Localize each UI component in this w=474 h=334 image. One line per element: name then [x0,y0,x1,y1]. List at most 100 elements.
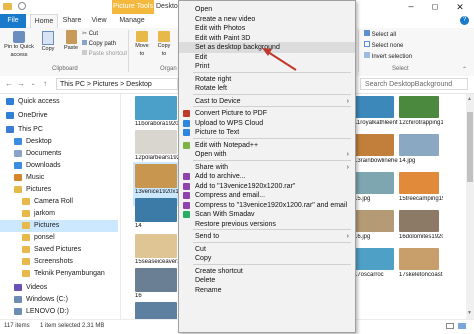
collapse-ribbon-icon[interactable]: ⌃ [462,66,467,73]
menu-separator [193,241,351,243]
cut-label: Cut [88,31,99,37]
file-name[interactable]: 11royalkathleenfalls1920x1200.jpg [354,120,398,127]
file-name[interactable]: 13venice1920x1200.jpg [135,189,179,196]
quick-access-toolbar[interactable] [3,2,63,12]
nav-item[interactable]: Videos [0,282,118,294]
file-name[interactable]: 16.jpg [354,234,398,241]
file-name[interactable]: 13rainbowlineheadfalls1920x1200.jpg [354,158,398,165]
nav-item[interactable]: Teknik Penyambungan [0,268,118,280]
menu-item-send-to[interactable]: Send to › [179,231,355,242]
file-thumbnail[interactable] [354,248,394,270]
recent-dropdown-icon[interactable]: ⌄ [28,79,38,89]
menu-item-icon [183,211,190,218]
paste-button[interactable]: Paste [60,30,82,64]
nav-item[interactable]: ponsel [0,232,118,244]
nav-item[interactable]: Quick access [0,96,118,108]
nav-item[interactable]: Downloads [0,160,118,172]
tab-share[interactable]: Share [60,14,84,28]
nav-item[interactable]: Desktop [0,136,118,148]
close-button[interactable]: ✕ [448,0,472,14]
file-thumbnail[interactable] [135,268,177,292]
file-thumbnail[interactable] [399,96,439,118]
file-thumbnail[interactable] [354,134,394,156]
tab-manage[interactable]: Manage [114,14,150,28]
nav-item[interactable]: LENOVO (D:) [0,306,118,318]
copy-button[interactable]: Copy [38,30,58,64]
nav-item[interactable]: Windows (C:) [0,294,118,306]
select-all-button[interactable]: Select all [364,30,396,39]
select-none-button[interactable]: Select none [364,41,403,50]
copy-path-button[interactable]: Copy path [82,40,116,48]
file-thumbnail[interactable] [135,130,177,154]
file-thumbnail[interactable] [399,134,439,156]
file-name[interactable]: 15.jpg [354,196,398,203]
paste-label: Paste [63,45,79,51]
search-input[interactable]: Search DesktopBackground [360,78,468,90]
scroll-down-icon[interactable]: ▼ [467,310,472,316]
file-thumbnail[interactable] [135,96,177,120]
file-name[interactable]: 11borabora1920x1200.jpg [135,121,179,128]
menu-item-cast-to-device[interactable]: Cast to Device › [179,96,355,107]
nav-item[interactable]: Documents [0,148,118,160]
tab-home[interactable]: Home [30,14,58,29]
nav-item[interactable]: jarkom [0,208,118,220]
menu-item-rotate-left[interactable]: Rotate left [179,83,355,94]
file-name[interactable]: 12chirotrapping1920x1200.jpg [399,120,443,127]
file-name[interactable]: 16dolomites1920x1200.jpg [399,234,443,241]
file-name[interactable]: 15seaseiceaver1920x1200.jpg [135,259,179,266]
file-name[interactable]: 16 [135,293,179,300]
nav-item[interactable]: Saved Pictures [0,244,118,256]
menu-item-rename[interactable]: Rename [179,285,355,296]
vertical-scrollbar[interactable]: ▲ ▼ [466,94,474,319]
menu-item-copy[interactable]: Copy [179,253,355,264]
menu-item-restore-previous-versions[interactable]: Restore previous versions [179,219,355,230]
paste-shortcut-button[interactable]: Paste shortcut [82,50,127,58]
file-thumbnail[interactable] [135,234,177,258]
menu-item-picture-to-text[interactable]: Picture to Text [179,127,355,138]
invert-selection-button[interactable]: Invert selection [364,52,412,61]
file-name[interactable]: 14 [135,223,179,230]
pin-to-quick-access-button[interactable]: Pin to Quick access [2,30,36,64]
file-name[interactable]: 17oscarroc [354,272,398,279]
scrollbar-thumb[interactable] [467,112,473,182]
scroll-up-icon[interactable]: ▲ [467,96,472,102]
up-icon[interactable]: ↑ [40,79,50,89]
details-view-icon[interactable] [446,323,454,329]
file-thumbnail[interactable] [354,96,394,118]
maximize-button[interactable]: ◻ [424,0,446,14]
file-name[interactable]: 14.jpg [399,158,443,165]
file-name[interactable]: 17skeletoncoast1920x1200.jpg [399,272,443,279]
nav-item[interactable]: Pictures [0,184,118,196]
file-name[interactable]: 12polarbears1920x1200.jpg [135,155,179,162]
file-name[interactable]: 15treecamping1920x1200.jpg [399,196,443,203]
nav-item[interactable]: Screenshots [0,256,118,268]
file-thumbnail[interactable] [399,172,439,194]
nav-item[interactable]: Music [0,172,118,184]
nav-item[interactable]: Camera Roll [0,196,118,208]
undo-icon[interactable] [17,2,26,10]
tab-file[interactable]: File [0,14,26,28]
forward-icon[interactable]: → [16,79,26,89]
menu-item-open-with[interactable]: Open with › [179,149,355,160]
submenu-arrow-icon: › [346,151,349,158]
file-thumbnail[interactable] [135,198,177,222]
copy-to-button[interactable]: Copy to [154,30,174,64]
file-thumbnail[interactable] [399,248,439,270]
back-icon[interactable]: ← [4,79,14,89]
cut-button[interactable]: ✂ Cut [82,30,98,38]
file-thumbnail[interactable] [354,172,394,194]
nav-item[interactable]: OneDrive [0,110,118,122]
tab-view[interactable]: View [88,14,110,28]
minimize-button[interactable]: – [400,0,422,14]
file-thumbnail[interactable] [399,210,439,232]
large-icons-view-icon[interactable] [458,323,466,329]
nav-item[interactable]: Pictures [0,220,118,232]
move-to-button[interactable]: Move to [132,30,152,64]
file-thumbnail[interactable] [135,164,177,188]
address-bar[interactable]: This PC > Pictures > Desktop [56,78,178,90]
pin-icon [13,31,25,43]
nav-item[interactable]: This PC [0,124,118,136]
menu-item-print[interactable]: Print [179,61,355,72]
help-icon[interactable]: ? [460,16,469,25]
file-thumbnail[interactable] [354,210,394,232]
